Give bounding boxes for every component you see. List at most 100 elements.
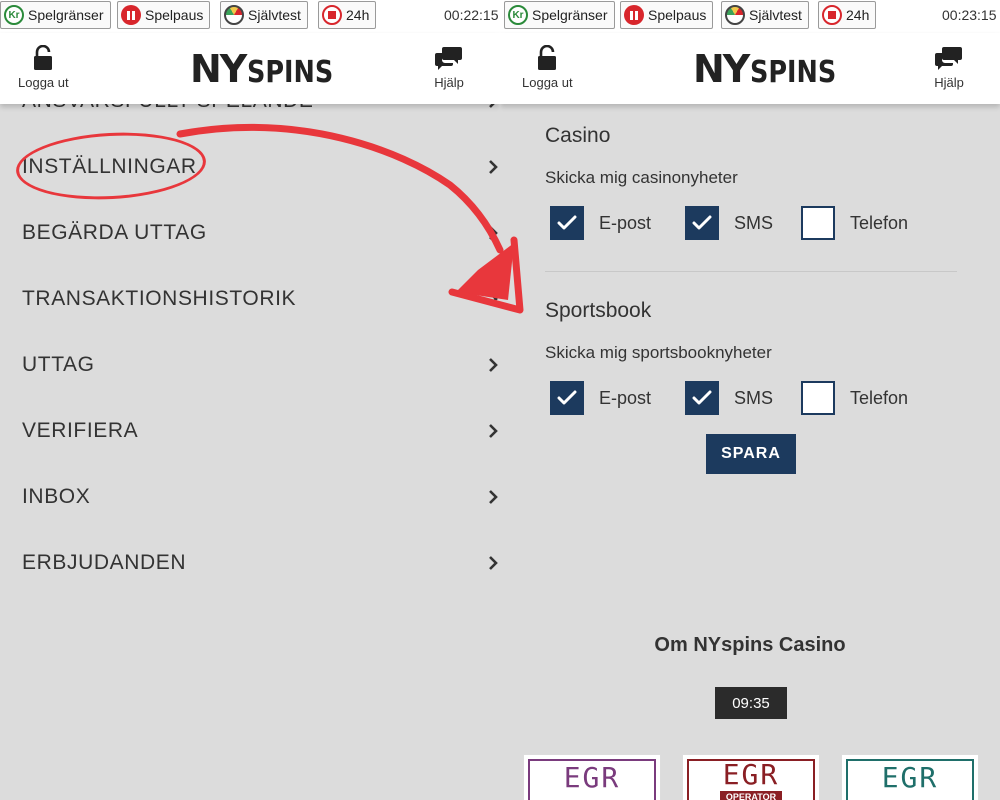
limits-icon: Kr [508,5,528,25]
sportsbook-title: Sportsbook [545,299,652,322]
award-badge-frame: EGR OPERATOR [687,759,815,800]
casino-subtitle: Skicka mig casinonyheter [545,168,738,187]
award-badge: EGR [841,754,979,800]
pause-button[interactable]: Spelpaus [117,1,211,29]
option-label: Telefon [850,387,909,408]
award-badge: EGR [523,754,661,800]
clock: 00:22:15 [444,7,499,23]
checkbox[interactable] [550,206,584,240]
lock-icon [34,45,53,70]
casino-email-option[interactable]: E-post [550,206,651,240]
stop-icon [322,5,342,25]
pause-label: Spelpaus [648,7,707,23]
menu-item-verify[interactable]: VERIFIERA [0,398,500,464]
award-logo: EGR [563,761,621,794]
chevron-right-icon [489,424,498,438]
menu-item-inbox[interactable]: INBOX [0,464,500,530]
menu-item-requested-withdrawals[interactable]: BEGÄRDA UTTAG [0,200,500,266]
chevron-right-icon [489,556,498,570]
option-label: E-post [599,212,652,233]
menu-item-offers[interactable]: ERBJUDANDEN [0,530,500,596]
option-label: SMS [734,212,774,233]
logout-button[interactable]: Logga ut [18,45,69,90]
option-label: SMS [734,387,774,408]
left-screenshot: Kr Spelgränser Spelpaus Självtest 24h 00… [0,0,500,800]
right-screenshot: Kr Spelgränser Spelpaus Självtest 24h 00… [500,0,1000,800]
award-badge-frame: EGR [528,759,656,800]
stop-icon [822,5,842,25]
menu-item-label: INBOX [22,485,91,508]
checkmark-icon [692,215,712,230]
sportsbook-settings: Sportsbook Skicka mig sportsbooknyheter [545,299,965,363]
nyspins-logo[interactable]: NY SPINS [190,47,349,91]
checkbox[interactable] [801,206,835,240]
chat-bubbles-icon [935,47,962,70]
checkmark-icon [692,390,712,405]
chevron-right-icon [489,490,498,504]
help-label: Hjälp [934,75,964,90]
option-label: E-post [599,387,652,408]
checkbox[interactable] [801,381,835,415]
gauge-icon [725,5,745,25]
timeout-label: 24h [846,7,870,23]
time-badge: 09:35 [715,687,787,719]
pause-icon [121,5,141,25]
sportsbook-sms-option[interactable]: SMS [685,381,773,415]
checkbox[interactable] [550,381,584,415]
sportsbook-phone-option[interactable]: Telefon [801,381,908,415]
pause-label: Spelpaus [145,7,204,23]
save-button[interactable]: SPARA [706,434,796,474]
pause-button[interactable]: Spelpaus [620,1,714,29]
responsible-gaming-toolbar: Kr Spelgränser Spelpaus Självtest 24h 00… [500,0,1000,33]
help-button[interactable]: Hjälp [934,45,964,90]
limits-label: Spelgränser [532,7,608,23]
logo-ny: NY [693,47,750,91]
chevron-right-icon [489,358,498,372]
menu-item-withdrawal[interactable]: UTTAG [0,332,500,398]
award-badge-frame: EGR [846,759,974,800]
option-label: Telefon [850,212,909,233]
chevron-right-icon [489,160,498,174]
selftest-button[interactable]: Självtest [721,1,809,29]
lock-icon [538,45,557,70]
selftest-label: Självtest [749,7,802,23]
menu-item-transaction-history[interactable]: TRANSAKTIONSHISTORIK [0,266,500,332]
timeout-label: 24h [346,7,370,23]
logo-ny: NY [190,47,247,91]
casino-sms-option[interactable]: SMS [685,206,773,240]
checkbox[interactable] [685,381,719,415]
menu-item-label: UTTAG [22,353,95,376]
casino-phone-option[interactable]: Telefon [801,206,908,240]
help-button[interactable]: Hjälp [434,45,464,90]
responsible-gaming-toolbar: Kr Spelgränser Spelpaus Självtest 24h 00… [0,0,500,33]
logo-spins: SPINS [750,55,837,90]
about-heading: Om NYspins Casino [654,634,846,656]
logout-button[interactable]: Logga ut [522,45,573,90]
site-header: Logga ut NY SPINS Hjälp [0,33,500,104]
timeout-24h-button[interactable]: 24h [318,1,377,29]
checkmark-icon [557,390,577,405]
sportsbook-email-option[interactable]: E-post [550,381,651,415]
chevron-right-icon [489,292,498,306]
selftest-button[interactable]: Självtest [220,1,308,29]
limits-icon: Kr [4,5,24,25]
selftest-label: Självtest [248,7,301,23]
limits-label: Spelgränser [28,7,104,23]
logout-label: Logga ut [18,75,69,90]
checkmark-icon [557,215,577,230]
limits-button[interactable]: Kr Spelgränser [0,1,111,29]
award-logo: EGR [722,758,780,791]
limits-button[interactable]: Kr Spelgränser [504,1,615,29]
menu-item-label: VERIFIERA [22,419,139,442]
clock: 00:23:15 [942,7,997,23]
menu-item-label: TRANSAKTIONSHISTORIK [22,287,297,310]
pause-icon [624,5,644,25]
checkbox[interactable] [685,206,719,240]
nyspins-logo[interactable]: NY SPINS [693,47,852,91]
timeout-24h-button[interactable]: 24h [818,1,877,29]
chevron-right-icon [489,226,498,240]
award-badge: EGR OPERATOR [682,754,820,800]
gauge-icon [224,5,244,25]
logo-spins: SPINS [247,55,334,90]
menu-item-label: ERBJUDANDEN [22,551,187,574]
